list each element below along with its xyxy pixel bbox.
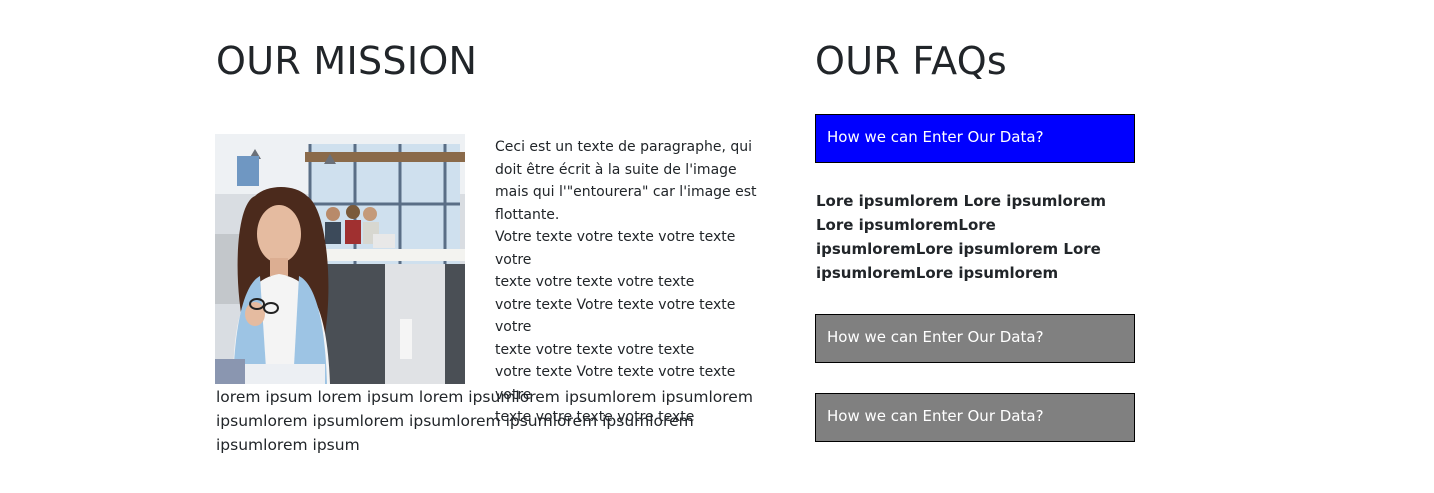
faq-question-3[interactable]: How we can Enter Our Data? bbox=[815, 393, 1135, 442]
paragraph-line: Ceci est un texte de paragraphe, qui bbox=[495, 139, 753, 155]
paragraph-line: mais qui l'"entourera" car l'image est bbox=[495, 184, 757, 200]
faq-answer-1: Lore ipsumlorem Lore ipsumlorem Lore ips… bbox=[816, 192, 1107, 282]
faq-title: OUR FAQs bbox=[815, 39, 1008, 83]
faq-question-1[interactable]: How we can Enter Our Data? bbox=[815, 114, 1135, 163]
paragraph-line: Votre texte votre texte votre texte votr… bbox=[495, 229, 736, 268]
paragraph-line: flottante. bbox=[495, 206, 560, 223]
paragraph-line: doit être écrit à la suite de l'image bbox=[495, 161, 737, 178]
mission-lorem-text: lorem ipsum lorem ipsum lorem ipsumlorem… bbox=[216, 388, 753, 454]
faq-question-2[interactable]: How we can Enter Our Data? bbox=[815, 314, 1135, 363]
mission-photo bbox=[215, 134, 465, 384]
paragraph-line: texte votre texte votre texte bbox=[495, 274, 695, 290]
paragraph-line: votre texte Votre texte votre texte votr… bbox=[495, 296, 736, 336]
page: OUR MISSION Ceci est un texte de paragra… bbox=[0, 0, 1434, 493]
paragraph-line: texte votre texte votre texte bbox=[495, 341, 695, 358]
mission-title: OUR MISSION bbox=[216, 39, 478, 83]
